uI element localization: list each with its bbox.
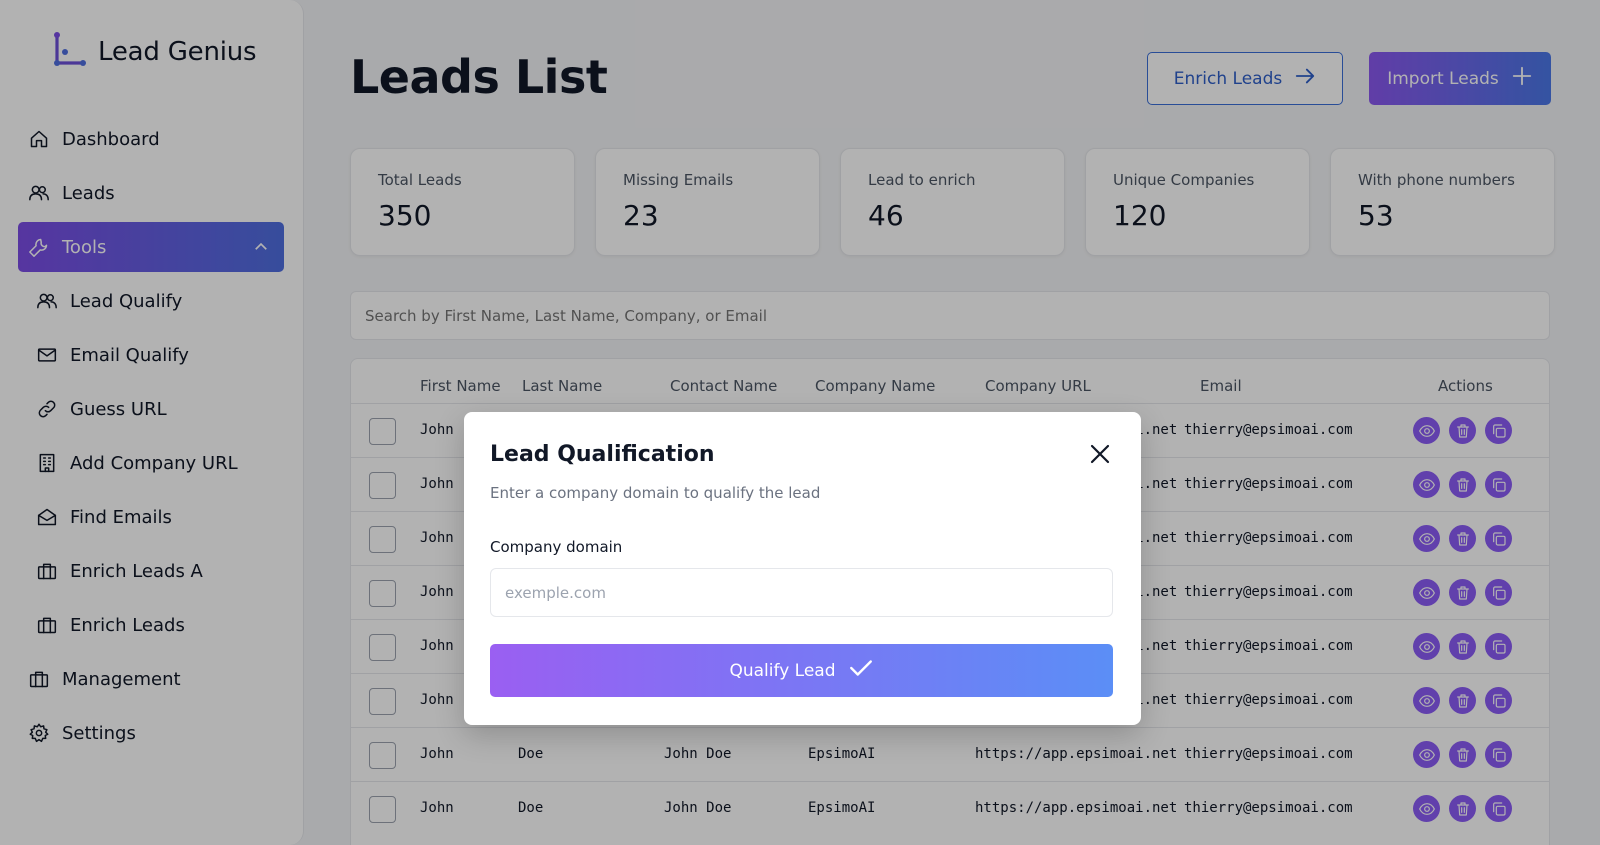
close-icon[interactable]: [1088, 442, 1112, 466]
modal-subtitle: Enter a company domain to qualify the le…: [490, 484, 821, 502]
qualify-lead-label: Qualify Lead: [729, 660, 836, 681]
check-icon: [848, 655, 874, 686]
qualify-lead-button[interactable]: Qualify Lead: [490, 644, 1113, 697]
modal-title: Lead Qualification: [490, 442, 715, 467]
company-domain-label: Company domain: [490, 538, 623, 556]
company-domain-input[interactable]: [490, 568, 1113, 617]
lead-qualification-modal: Lead Qualification Enter a company domai…: [464, 412, 1141, 725]
